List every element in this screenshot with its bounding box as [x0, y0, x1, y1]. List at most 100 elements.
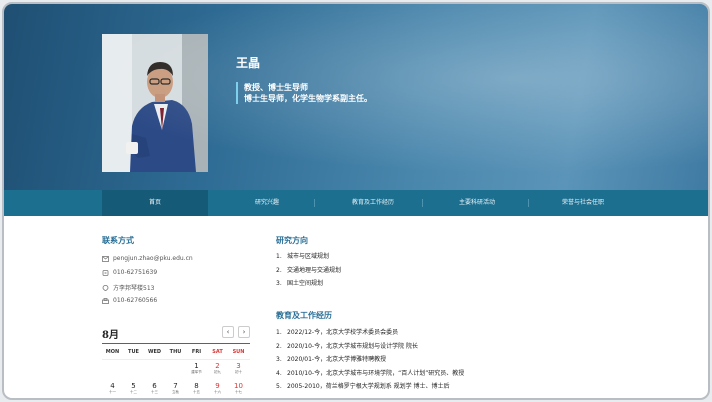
profile-title-line: 博士生导师，化学生物学系副主任。 [244, 94, 372, 103]
phone-icon [102, 269, 109, 276]
calendar-day[interactable]: 8 十五 [186, 382, 207, 394]
day-lunar: 立秋 [172, 390, 179, 394]
list-text: 2020/10-今，北京大学城市规划与设计学院 院长 [287, 342, 418, 350]
calendar-day[interactable]: 1 建军节 [186, 362, 207, 374]
weekday-label: WED [147, 349, 162, 355]
calendar-day[interactable]: 9 十六 [207, 382, 228, 394]
weekday-label: SUN [232, 349, 245, 355]
day-lunar: 十六 [214, 390, 221, 394]
calendar-day[interactable]: 7 立秋 [165, 382, 186, 394]
profile-name: 王晶 [236, 56, 261, 70]
day-lunar: 十三 [151, 390, 158, 394]
calendar-day[interactable]: 4 十一 [102, 382, 123, 394]
education-list: 1. 2022/12-今，北京大学校学术委员会委员 2. 2020/10-今，北京大… [276, 326, 464, 394]
day-number: 4 [110, 382, 115, 390]
browser-frame: 王晶 教授、博士生导师 博士生导师，化学生物学系副主任。 首页 研究兴趣 教育及… [2, 2, 710, 400]
day-lunar: 十一 [109, 390, 116, 394]
contact-fax: 010-62760566 [102, 297, 157, 304]
contact-fax-text: 010-62760566 [113, 297, 158, 304]
nav-item-research-interests[interactable]: 研究兴趣 [214, 190, 320, 216]
education-heading: 教育及工作经历 [276, 311, 332, 320]
research-heading: 研究方向 [276, 236, 308, 245]
calendar-day[interactable]: 6 十三 [144, 382, 165, 394]
fax-icon [102, 297, 109, 304]
list-item: 2. 2020/10-今，北京大学城市规划与设计学院 院长 [276, 340, 464, 354]
day-number: 10 [234, 382, 243, 390]
research-list: 1. 城市与区域规划 2. 交通地理与交通规划 3. 国土空间规划 [276, 250, 341, 291]
list-number: 5. [276, 383, 282, 391]
day-number: 2 [215, 362, 220, 370]
list-text: 国土空间规划 [287, 280, 324, 288]
list-item: 1. 2022/12-今，北京大学校学术委员会委员 [276, 326, 464, 340]
calendar-divider [102, 343, 250, 344]
day-lunar: 十二 [130, 390, 137, 394]
portrait-image [102, 34, 208, 172]
list-text: 2010/10-今，北京大学城市与环境学院，“百人计划”研究员、教授 [287, 369, 465, 377]
weekday-label: THU [169, 349, 182, 355]
day-lunar: 十五 [193, 390, 200, 394]
nav-item-honors[interactable]: 荣誉与社会任职 [530, 190, 636, 216]
weekday-label: FRI [191, 349, 202, 355]
day-number: 3 [236, 362, 241, 370]
day-number: 9 [215, 382, 220, 390]
weekday-label: MON [105, 349, 120, 355]
day-lunar: 初十 [235, 370, 242, 374]
list-number: 1. [276, 329, 282, 336]
calendar-day[interactable]: 5 十二 [123, 382, 144, 394]
list-item: 1. 城市与区域规划 [276, 250, 341, 264]
day-number: 7 [173, 382, 178, 390]
calendar-day[interactable]: 2 初九 [207, 362, 228, 374]
contact-heading: 联系方式 [102, 236, 134, 245]
weekday-label: SAT [212, 349, 223, 355]
list-number: 1. [276, 253, 282, 260]
calendar-prev-button[interactable]: ‹ [222, 326, 234, 338]
profile-banner: 王晶 教授、博士生导师 博士生导师，化学生物学系副主任。 [4, 4, 708, 190]
profile-photo [102, 34, 208, 172]
list-item: 3. 国土空间规划 [276, 277, 341, 291]
list-text: 城市与区域规划 [287, 253, 330, 260]
list-text: 2022/12-今，北京大学校学术委员会委员 [287, 329, 399, 336]
list-number: 3. [276, 356, 282, 364]
list-text: 2005-2010，荷兰格罗宁根大学规划系 规划学 博士、博士后 [287, 383, 450, 391]
mail-icon [102, 255, 109, 262]
list-item: 5. 2005-2010，荷兰格罗宁根大学规划系 规划学 博士、博士后 [276, 380, 464, 394]
day-number: 1 [194, 362, 199, 370]
contact-email-text[interactable]: pengjun.zhao@pku.edu.cn [113, 255, 193, 262]
list-item: 2. 交通地理与交通规划 [276, 264, 341, 278]
list-number: 3. [276, 280, 282, 288]
day-lunar: 十七 [235, 390, 242, 394]
profile-titles: 教授、博士生导师 博士生导师，化学生物学系副主任。 [236, 82, 372, 104]
calendar-month: 8月 [102, 330, 119, 341]
nav-item-research-activities[interactable]: 主要科研活动 [424, 190, 530, 216]
list-text: 2020/01-今，北京大学博雅特聘教授 [287, 356, 387, 364]
list-number: 2. [276, 266, 282, 274]
contact-office-text: 方李邦琴楼513 [113, 285, 155, 292]
day-number: 6 [152, 382, 157, 390]
contact-phone: 010-62751639 [102, 269, 157, 276]
day-lunar: 建军节 [191, 370, 202, 374]
profile-title-line: 教授、博士生导师 [244, 83, 308, 92]
calendar-day[interactable]: 10 十七 [228, 382, 249, 394]
day-number: 8 [194, 382, 199, 390]
weekday-label: TUE [128, 349, 139, 355]
list-item: 4. 2010/10-今，北京大学城市与环境学院，“百人计划”研究员、教授 [276, 367, 464, 381]
day-number: 5 [131, 382, 136, 390]
calendar-grid-line [102, 359, 250, 360]
list-number: 4. [276, 369, 282, 377]
location-icon [102, 284, 109, 291]
nav-separator [422, 199, 423, 207]
calendar-day[interactable]: 3 初十 [228, 362, 249, 374]
nav-separator [528, 199, 529, 207]
contact-office: 方李邦琴楼513 [102, 283, 154, 292]
list-number: 2. [276, 342, 282, 350]
contact-email: pengjun.zhao@pku.edu.cn [102, 255, 193, 262]
nav-item-education[interactable]: 教育及工作经历 [320, 190, 426, 216]
nav-item-home[interactable]: 首页 [102, 190, 208, 216]
list-text: 交通地理与交通规划 [287, 266, 342, 274]
calendar-weekday-header: MON TUE WED THU FRI SAT SUN [102, 349, 250, 357]
main-nav: 首页 研究兴趣 教育及工作经历 主要科研活动 荣誉与社会任职 [4, 190, 708, 216]
day-lunar: 初九 [214, 370, 221, 374]
calendar-next-button[interactable]: › [238, 326, 250, 338]
contact-phone-text: 010-62751639 [113, 269, 158, 276]
list-item: 3. 2020/01-今，北京大学博雅特聘教授 [276, 353, 464, 367]
